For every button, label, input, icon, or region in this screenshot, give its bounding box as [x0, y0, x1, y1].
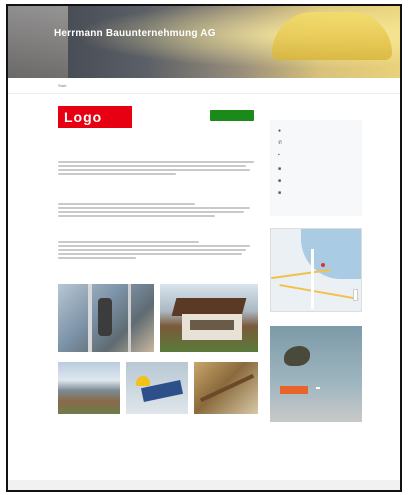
contact-box: ● ✆ ▪ ■ ■ ■ — [270, 120, 362, 216]
ad-button[interactable] — [280, 386, 308, 394]
map-road — [311, 249, 314, 309]
contact-row-vcard[interactable]: ■ — [278, 190, 360, 198]
contact-row-email[interactable]: ■ — [278, 166, 360, 174]
location-icon: ● — [278, 128, 282, 134]
phone-icon: ✆ — [278, 140, 283, 146]
intro-paragraph — [58, 161, 254, 177]
map-road — [279, 284, 359, 300]
contact-button[interactable] — [210, 110, 254, 121]
map-zoom-control[interactable] — [353, 289, 358, 301]
page-bottom-bar — [8, 480, 400, 490]
photo-worker-helmet[interactable] — [126, 362, 188, 414]
location-map[interactable] — [270, 228, 362, 312]
top-navigation: Start — [8, 78, 400, 94]
contact-row-web[interactable]: ■ — [278, 178, 360, 186]
vcard-icon: ■ — [278, 190, 282, 196]
section-paragraph-2 — [58, 203, 254, 219]
photo-landscape[interactable] — [58, 362, 120, 414]
contact-row-phone: ✆ — [278, 140, 360, 148]
company-title: Herrmann Bauunternehmung AG — [54, 28, 216, 39]
banner-helmet-image — [272, 12, 392, 60]
contact-row-fax: ▪ — [278, 152, 360, 160]
fax-icon: ▪ — [278, 152, 280, 158]
map-pin-icon[interactable] — [321, 263, 325, 267]
company-logo: Logo — [58, 106, 132, 128]
banner-worker-image — [8, 6, 68, 78]
photo-roof-construction[interactable] — [194, 362, 258, 414]
ad-brand-logo — [316, 387, 320, 389]
section-paragraph-3 — [58, 241, 254, 261]
photo-house[interactable] — [160, 284, 258, 352]
header-banner: Herrmann Bauunternehmung AG — [8, 6, 400, 78]
advertisement-banner[interactable] — [270, 326, 362, 422]
nav-home-link[interactable]: Start — [58, 83, 66, 88]
ad-bird-image — [284, 346, 310, 366]
photo-scaffold-worker[interactable] — [58, 284, 154, 352]
web-icon: ■ — [278, 178, 282, 184]
page-frame: Herrmann Bauunternehmung AG Start Logo ●… — [6, 4, 402, 492]
email-icon: ■ — [278, 166, 282, 172]
contact-row-address: ● — [278, 128, 360, 136]
